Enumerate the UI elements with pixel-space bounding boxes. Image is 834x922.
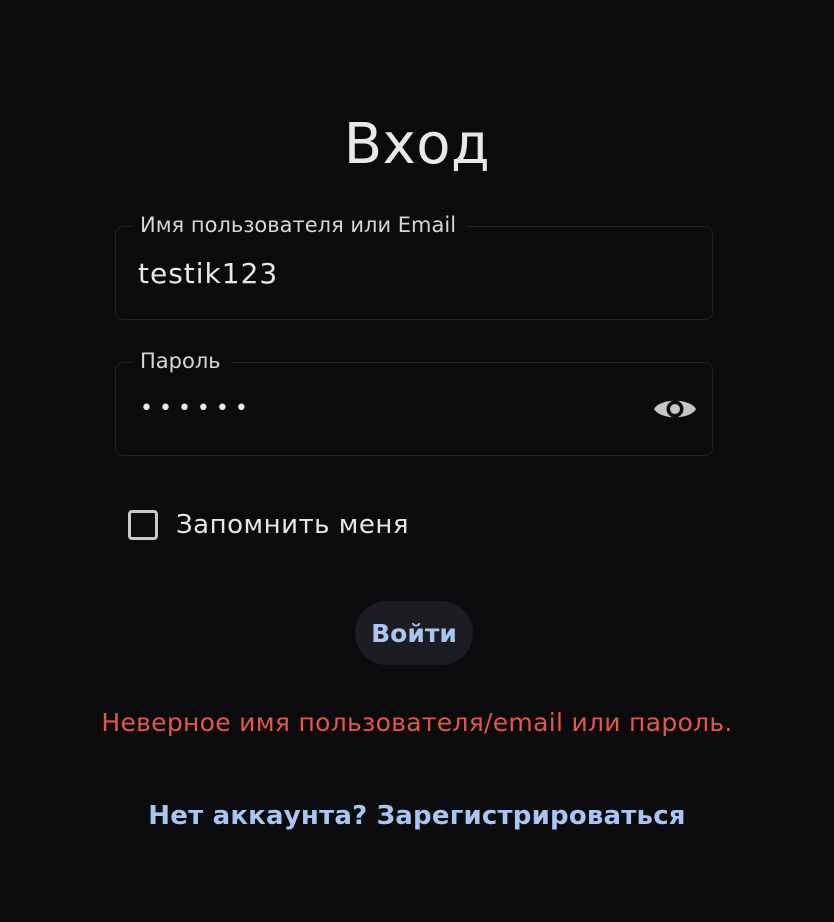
password-input[interactable]: •••••• <box>140 389 254 429</box>
password-field[interactable]: Пароль •••••• <box>115 349 713 456</box>
login-page: Вход Имя пользователя или Email Пароль •… <box>0 0 834 922</box>
remember-me-checkbox[interactable] <box>128 510 158 540</box>
username-label: Имя пользователя или Email <box>132 213 467 237</box>
error-message: Неверное имя пользователя/email или паро… <box>101 708 733 737</box>
remember-me[interactable]: Запомнить меня <box>128 510 409 540</box>
username-input[interactable] <box>138 251 638 295</box>
toggle-password-visibility-button[interactable] <box>650 389 700 429</box>
username-field[interactable]: Имя пользователя или Email <box>115 213 713 320</box>
login-button[interactable]: Войти <box>355 601 473 665</box>
eye-icon <box>654 400 696 418</box>
password-label: Пароль <box>132 349 231 373</box>
register-link[interactable]: Нет аккаунта? Зарегистрироваться <box>148 801 685 831</box>
remember-me-label[interactable]: Запомнить меня <box>176 510 409 540</box>
page-title: Вход <box>343 112 491 177</box>
register-container: Нет аккаунта? Зарегистрироваться <box>0 801 834 831</box>
